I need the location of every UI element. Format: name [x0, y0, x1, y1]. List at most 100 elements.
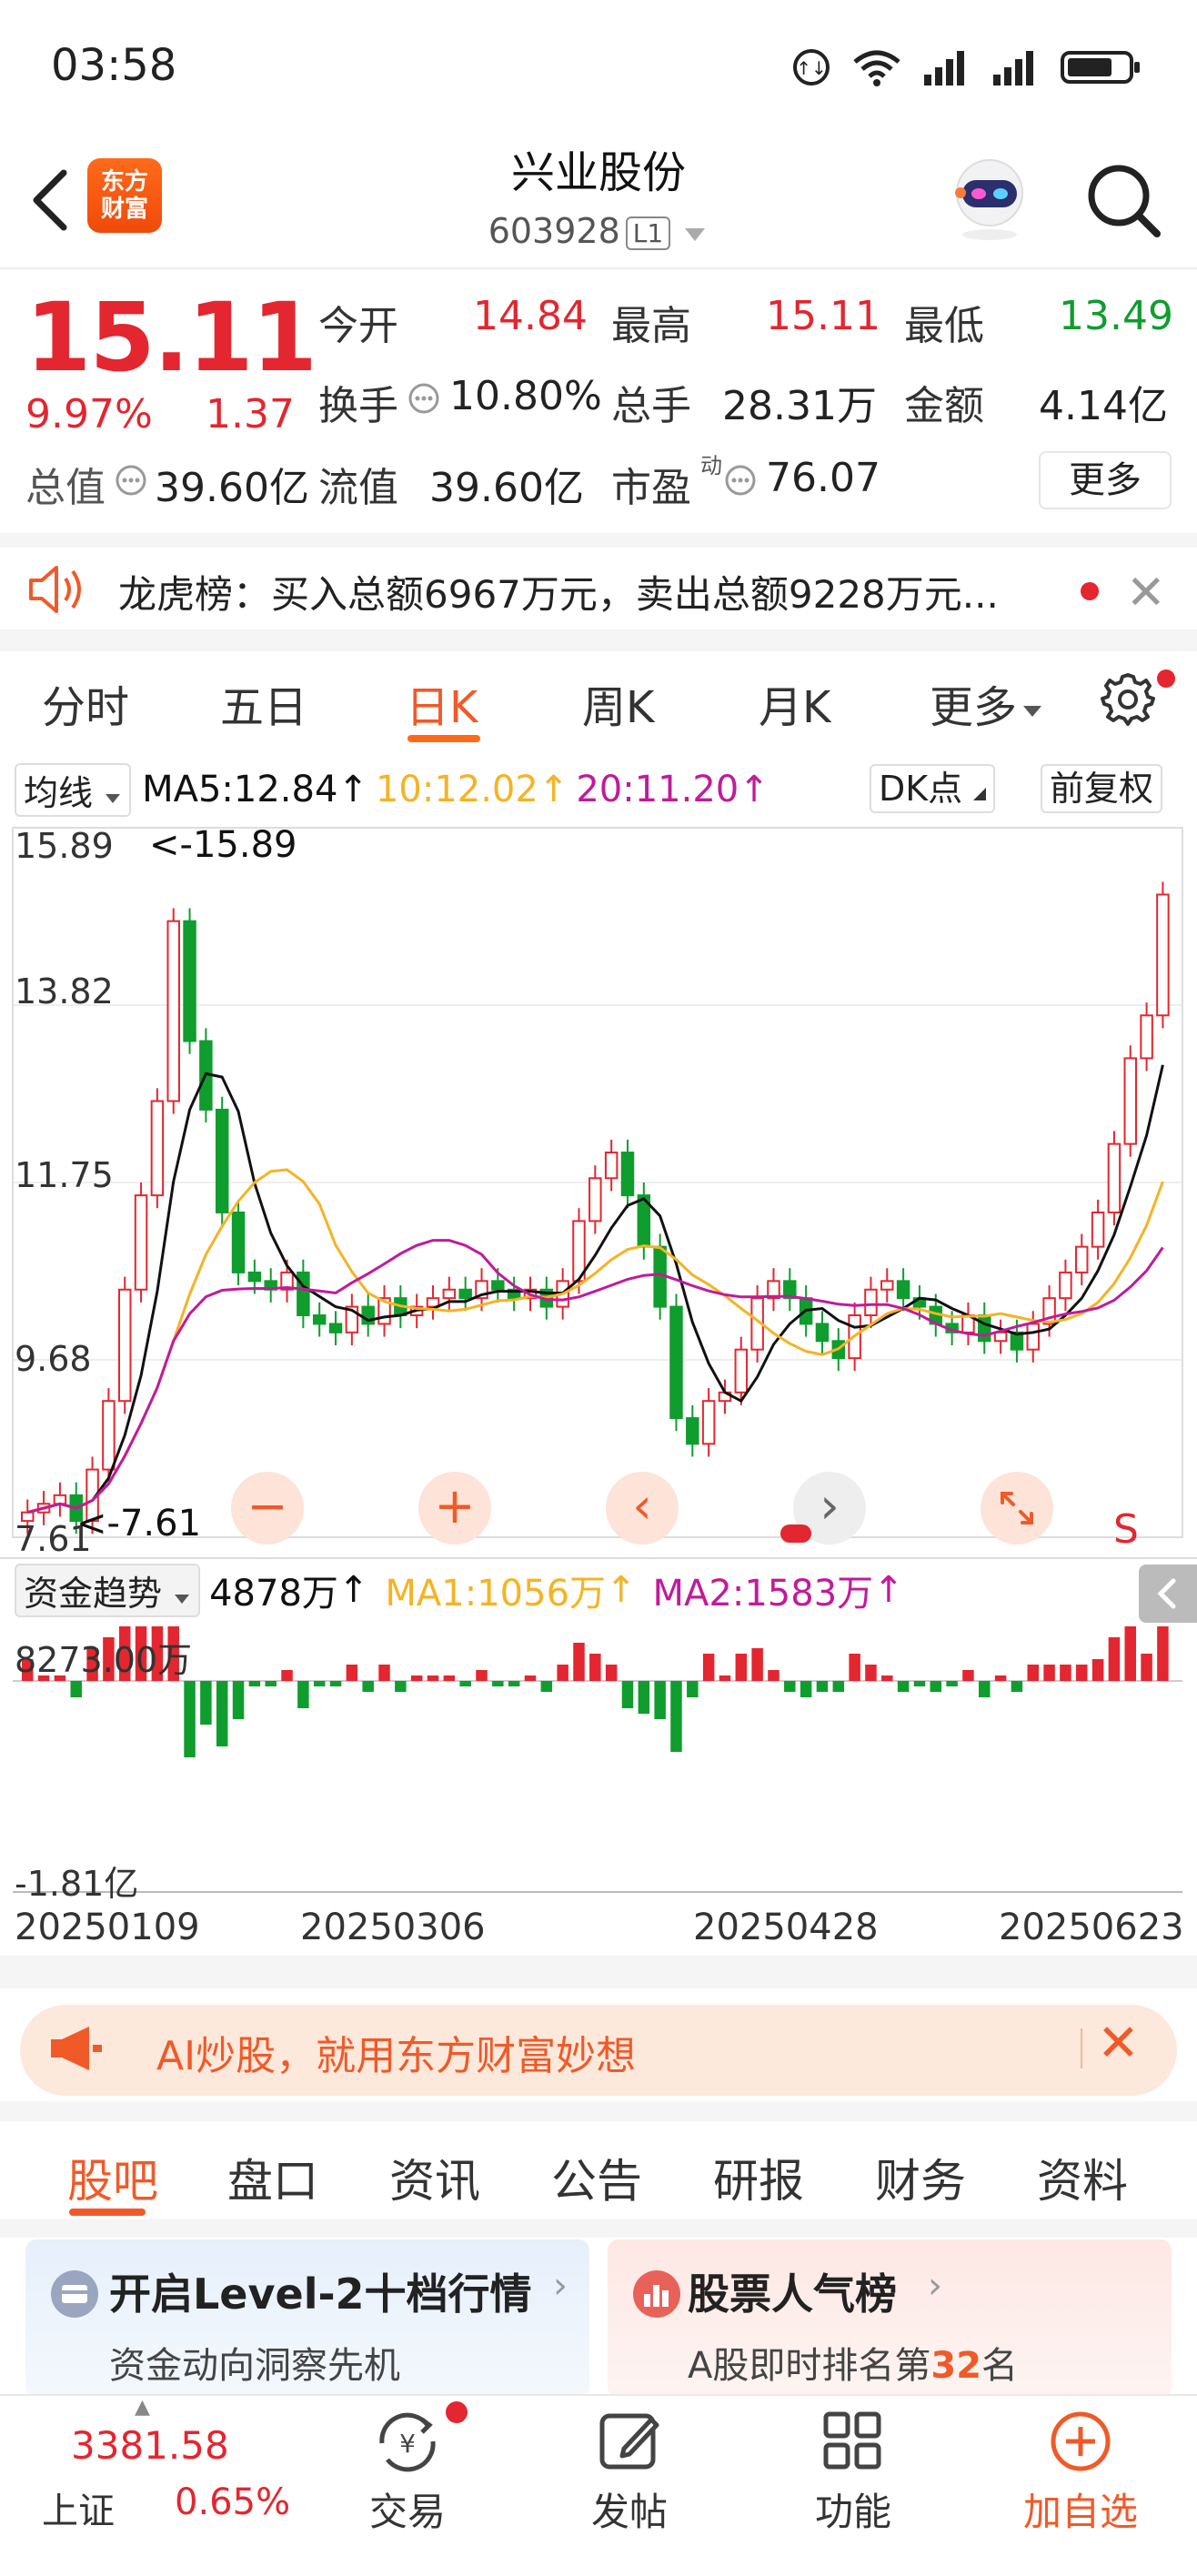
info-icon[interactable]	[724, 464, 757, 497]
post-nav-button[interactable]	[591, 2407, 668, 2478]
fund-bar	[768, 1670, 780, 1681]
tab-weekly-k[interactable]: 周K	[582, 671, 654, 735]
tab-financials[interactable]: 财务	[875, 2145, 966, 2210]
candles	[21, 881, 1170, 1535]
candle	[620, 1152, 635, 1197]
index-value[interactable]: 3381.58	[71, 2423, 229, 2468]
functions-label[interactable]: 功能	[808, 2481, 899, 2537]
ma20-line	[26, 1239, 1164, 1514]
functions-nav-button[interactable]	[815, 2407, 891, 2478]
more-button[interactable]: 更多	[1039, 451, 1172, 509]
active-tab-indicator	[69, 2209, 146, 2216]
candle	[588, 1177, 602, 1223]
tab-intraday[interactable]: 分时	[42, 671, 129, 735]
trade-label[interactable]: 交易	[362, 2481, 453, 2537]
close-icon[interactable]: ✕	[1097, 2014, 1140, 2073]
index-name[interactable]: 上证	[42, 2481, 115, 2534]
data-saver-icon: ↑↓	[793, 49, 830, 86]
close-icon[interactable]: ✕	[1126, 566, 1166, 620]
tab-order-book[interactable]: 盘口	[227, 2145, 318, 2210]
triangle-up-icon: ▲	[135, 2396, 150, 2419]
trade-icon: ¥	[379, 2412, 436, 2472]
fund-bar	[1011, 1681, 1023, 1692]
dragon-tiger-text[interactable]: 龙虎榜：买入总额6967万元，卖出总额9228万元...	[118, 564, 1055, 619]
popularity-card[interactable]: 股票人气榜 › A股即时排名第32名	[608, 2239, 1172, 2398]
fund-bar	[702, 1654, 715, 1681]
zoom-out-button[interactable]: −	[231, 1472, 304, 1545]
tab-profile[interactable]: 资料	[1037, 2145, 1128, 2210]
collapse-panel-button[interactable]	[1139, 1565, 1197, 1623]
ai-banner-text[interactable]: AI炒股，就用东方财富妙想	[156, 2023, 636, 2081]
chart-divider	[0, 1557, 1197, 1559]
settings-badge	[1157, 669, 1175, 688]
fund-bar	[979, 1681, 991, 1697]
search-button[interactable]	[1082, 159, 1164, 241]
fund-bar	[573, 1643, 585, 1681]
add-watchlist-nav-button[interactable]	[1042, 2407, 1119, 2478]
fund-bar	[751, 1648, 763, 1681]
candle	[166, 920, 180, 1102]
stock-code: 603928	[488, 211, 620, 251]
adjust-button[interactable]: 前复权	[1041, 764, 1163, 813]
ma5-line	[26, 1064, 1164, 1514]
tab-announcements[interactable]: 公告	[551, 2145, 642, 2210]
info-icon[interactable]	[115, 464, 147, 497]
status-time: 03:58	[51, 40, 177, 91]
robot-assistant-icon[interactable]	[946, 155, 1033, 242]
candle	[491, 1280, 505, 1291]
tab-daily-k[interactable]: 日K	[406, 671, 478, 735]
dk-point-button[interactable]: DK点	[870, 764, 996, 813]
fund-bar	[281, 1670, 293, 1681]
pe-sup: 动	[700, 453, 722, 478]
tab-five-day[interactable]: 五日	[220, 671, 307, 735]
tab-more[interactable]: 更多	[930, 671, 1044, 735]
trade-badge-dot	[446, 2401, 468, 2423]
pe-label: 市盈	[611, 465, 691, 511]
candle	[117, 1288, 132, 1403]
tab-research[interactable]: 研报	[713, 2145, 804, 2210]
zoom-in-button[interactable]: +	[418, 1472, 491, 1545]
fund-bar	[329, 1681, 342, 1686]
tab-monthly-k[interactable]: 月K	[759, 671, 830, 735]
level2-card[interactable]: 开启Level-2十档行情 › 资金动向洞察先机	[25, 2239, 589, 2398]
kline-chart[interactable]	[0, 819, 1197, 1565]
fund-bar	[184, 1681, 196, 1757]
section-gap	[0, 2101, 1197, 2121]
fund-bar	[362, 1681, 374, 1692]
trade-nav-button[interactable]: ¥	[367, 2407, 448, 2478]
high-label: 最高	[611, 303, 691, 349]
event-marker[interactable]	[780, 1524, 811, 1543]
gear-icon[interactable]	[1099, 669, 1157, 728]
fund-selector[interactable]: 资金趋势	[15, 1563, 201, 1617]
candle	[1059, 1271, 1072, 1300]
add-watchlist-label[interactable]: 加自选	[1017, 2481, 1144, 2537]
candle	[701, 1400, 716, 1445]
ma10-value: 10:12.02	[375, 769, 538, 810]
float-label: 流值	[318, 465, 398, 511]
post-label[interactable]: 发帖	[584, 2481, 675, 2537]
candle	[1156, 893, 1170, 1017]
scroll-left-button[interactable]: ‹	[606, 1472, 679, 1545]
chevron-right-icon: ›	[928, 2265, 942, 2307]
ma-header-row: 均线 MA5:12.84 ↑ 10:12.02 ↑ 20:11.20 ↑	[15, 762, 770, 817]
rank-prefix: A股即时排名第	[688, 2345, 931, 2387]
open-label: 今开	[318, 303, 398, 349]
info-icon[interactable]	[407, 382, 440, 415]
candle	[183, 920, 196, 1042]
battery-icon	[1061, 51, 1140, 84]
fund-bar	[508, 1681, 520, 1686]
fund-bar	[784, 1681, 796, 1692]
candle	[1075, 1245, 1089, 1273]
turnover-value: 10.80%	[449, 373, 602, 419]
tab-news[interactable]: 资讯	[389, 2145, 480, 2210]
candle	[669, 1305, 683, 1420]
index-change[interactable]: 0.65%	[175, 2481, 290, 2523]
fund-bar	[70, 1681, 82, 1697]
fund-bar	[492, 1681, 504, 1686]
fullscreen-button[interactable]	[981, 1472, 1053, 1545]
candle	[297, 1271, 310, 1317]
fund-bar	[232, 1681, 245, 1719]
tab-guba[interactable]: 股吧	[67, 2145, 158, 2210]
sell-signal: S	[1113, 1506, 1139, 1553]
ma-selector[interactable]: 均线	[15, 762, 132, 817]
